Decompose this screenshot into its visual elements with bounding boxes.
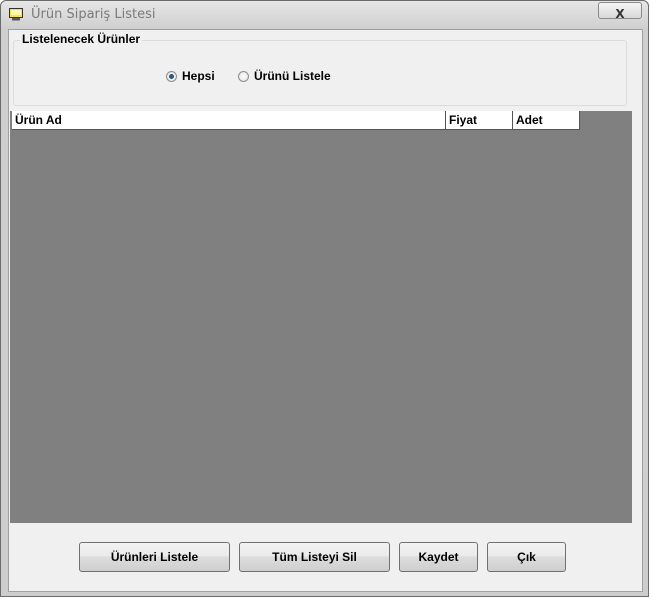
radio-list-product[interactable]: Ürünü Listele — [238, 69, 331, 83]
list-header: Ürün Ad Fiyat Adet — [12, 111, 580, 130]
column-header-product-name[interactable]: Ürün Ad — [12, 111, 446, 129]
radio-checked-icon — [166, 70, 177, 82]
groupbox-title: Listelenecek Ürünler — [20, 32, 143, 46]
save-button[interactable]: Kaydet — [399, 542, 478, 572]
column-header-quantity[interactable]: Adet — [513, 111, 580, 129]
list-products-button[interactable]: Ürünleri Listele — [79, 542, 230, 572]
radio-all[interactable]: Hepsi — [166, 69, 215, 83]
close-icon: X — [615, 7, 625, 21]
radio-unchecked-icon — [238, 70, 249, 82]
window-title: Ürün Sipariş Listesi — [31, 7, 156, 22]
radio-list-product-label: Ürünü Listele — [254, 69, 331, 83]
app-icon — [9, 8, 23, 21]
close-button[interactable]: X — [598, 2, 642, 21]
clear-list-button[interactable]: Tüm Listeyi Sil — [239, 542, 390, 572]
exit-button[interactable]: Çık — [487, 542, 566, 572]
column-header-price[interactable]: Fiyat — [446, 111, 513, 129]
app-window: Ürün Sipariş Listesi X Listelenecek Ürün… — [0, 0, 649, 597]
product-list-view[interactable]: Ürün Ad Fiyat Adet — [10, 111, 632, 523]
title-bar[interactable]: Ürün Sipariş Listesi X — [1, 1, 648, 29]
radio-all-label: Hepsi — [182, 69, 215, 83]
client-area: Listelenecek Ürünler Hepsi Ürünü Listele… — [8, 29, 643, 592]
filter-groupbox: Listelenecek Ürünler Hepsi Ürünü Listele — [13, 32, 627, 106]
